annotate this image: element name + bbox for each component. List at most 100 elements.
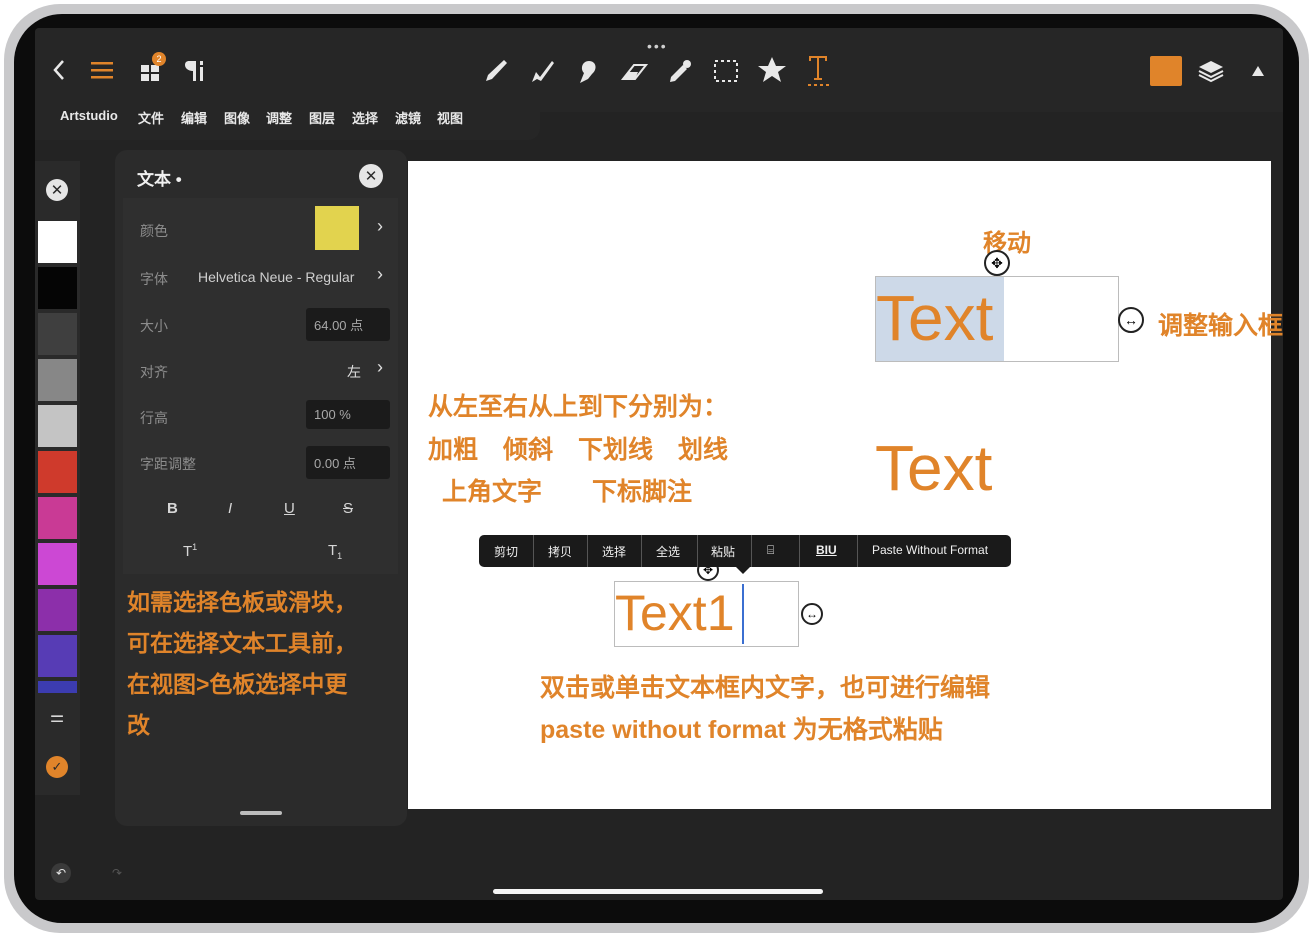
italic-button[interactable]: I	[228, 500, 232, 517]
redo-icon[interactable]: ↷	[107, 863, 127, 883]
palette-swatch[interactable]	[38, 359, 77, 401]
panel-title: 文本 •	[137, 170, 182, 189]
collapse-toolbar-button[interactable]	[1247, 60, 1269, 82]
tool-text[interactable]	[802, 52, 834, 88]
sliders-icon[interactable]: ⚌	[47, 707, 67, 727]
text-color-swatch[interactable]	[315, 206, 359, 250]
palette-swatch[interactable]	[38, 451, 77, 493]
palette-swatch[interactable]	[38, 405, 77, 447]
palette-swatch[interactable]	[38, 221, 77, 263]
underline-button[interactable]: U	[284, 500, 295, 517]
palette-swatch[interactable]	[38, 543, 77, 585]
subscript-button[interactable]: T1	[328, 542, 342, 561]
annotation-formats-title: 从左至右从上到下分别为：	[428, 393, 729, 421]
menu-filter[interactable]: 滤镜	[395, 108, 421, 127]
font-value[interactable]: Helvetica Neue - Regular	[198, 269, 354, 285]
menu-select[interactable]: 选择	[352, 108, 378, 127]
fill-icon	[580, 61, 596, 83]
tool-smudge[interactable]	[526, 56, 558, 86]
palette-swatch[interactable]	[38, 497, 77, 539]
align-value[interactable]: 左	[347, 362, 361, 382]
ctx-paste[interactable]: 粘贴	[711, 543, 735, 560]
ctx-paste-without-format[interactable]: Paste Without Format	[872, 543, 988, 557]
main-menu-bar: Artstudio 文件 编辑 图像 调整 图层 选择 滤镜 视图	[35, 98, 540, 140]
confirm-check-icon[interactable]: ✓	[46, 756, 68, 778]
color-label: 颜色	[140, 223, 168, 239]
font-label: 字体	[140, 271, 168, 287]
palette-swatch[interactable]	[38, 635, 77, 677]
back-button[interactable]	[49, 56, 69, 84]
menu-button[interactable]	[89, 58, 115, 82]
chevron-left-icon	[53, 60, 64, 80]
menu-artstudio[interactable]: Artstudio	[60, 108, 118, 123]
menu-edit[interactable]: 编辑	[181, 108, 207, 127]
resize-handle-icon[interactable]: ↔	[801, 603, 823, 625]
text-box-selected[interactable]: Text	[875, 276, 1119, 362]
ctx-scan-icon[interactable]: ⌸	[767, 543, 774, 558]
ctx-select-all[interactable]: 全选	[656, 543, 680, 560]
chevron-right-icon[interactable]: ›	[377, 357, 383, 378]
ctx-cut[interactable]: 剪切	[494, 543, 518, 560]
annotation-edit-line2: paste without format 为无格式粘贴	[540, 716, 943, 744]
text-cursor	[742, 584, 744, 644]
text-box-editing[interactable]: Text1	[614, 581, 799, 647]
palette-swatch[interactable]	[38, 589, 77, 631]
menu-layers[interactable]: 图层	[309, 108, 335, 127]
panel-drag-handle[interactable]	[240, 811, 282, 815]
panel-settings-group: 颜色 › 字体 Helvetica Neue - Regular › 大小 64…	[123, 198, 398, 574]
canvas-text-1[interactable]: Text	[876, 281, 993, 355]
bold-button[interactable]: B	[167, 500, 178, 517]
chevron-right-icon[interactable]: ›	[377, 216, 383, 237]
tool-shape[interactable]	[756, 55, 788, 85]
tool-fill[interactable]	[572, 56, 604, 86]
annotation-palette-line4: 改	[127, 712, 150, 738]
menu-image[interactable]: 图像	[224, 108, 250, 127]
annotation-formats-line2: 上角文字 下标脚注	[442, 478, 693, 506]
close-panel-button[interactable]: ✕	[359, 164, 383, 188]
current-color-swatch[interactable]	[1150, 56, 1182, 86]
drawing-canvas[interactable]: 移动 ✥ Text ↔ 调整输入框 从左至右从上到下分别为： 加粗 倾斜 下划线…	[408, 161, 1283, 809]
menu-file[interactable]: 文件	[138, 108, 164, 127]
tool-brush[interactable]	[480, 56, 512, 86]
ctx-separator	[697, 535, 698, 567]
palette-swatch[interactable]	[38, 681, 77, 693]
grid-button[interactable]: 2	[135, 52, 169, 86]
paragraph-button[interactable]	[180, 54, 212, 86]
lineheight-field[interactable]: 100 %	[306, 400, 390, 429]
star-icon	[758, 57, 786, 82]
spacing-field[interactable]: 0.00 点	[306, 446, 390, 479]
home-indicator[interactable]	[493, 889, 823, 894]
size-field[interactable]: 64.00 点	[306, 308, 390, 341]
hamburger-icon	[91, 62, 113, 79]
superscript-button[interactable]: T1	[183, 542, 197, 560]
eyedropper-icon	[670, 60, 691, 82]
more-dots-icon[interactable]: •••	[647, 38, 668, 54]
menu-view[interactable]: 视图	[437, 108, 463, 127]
move-handle-icon[interactable]: ✥	[984, 250, 1010, 276]
menu-adjust[interactable]: 调整	[266, 108, 292, 127]
superscript-label: T	[183, 543, 193, 560]
canvas-text-3[interactable]: Text1	[615, 584, 735, 642]
eraser-icon	[620, 64, 648, 80]
canvas-text-2[interactable]: Text	[875, 431, 992, 505]
ctx-select[interactable]: 选择	[602, 543, 626, 560]
ctx-copy[interactable]: 拷贝	[548, 543, 572, 560]
tool-eyedropper[interactable]	[664, 56, 696, 86]
subscript-label: T	[328, 542, 338, 559]
text-settings-panel: 文本 • ✕ 颜色 › 字体 Helvetica Neue - Regular …	[115, 150, 407, 826]
palette-swatch[interactable]	[38, 313, 77, 355]
annotation-edit-line1: 双击或单击文本框内文字，也可进行编辑	[540, 674, 991, 702]
layers-button[interactable]	[1195, 56, 1227, 86]
brush-icon	[486, 60, 507, 81]
tool-eraser[interactable]	[618, 56, 650, 86]
strikethrough-button[interactable]: S	[343, 500, 353, 517]
tool-selection[interactable]	[710, 56, 742, 86]
palette-swatch[interactable]	[38, 267, 77, 309]
ctx-biu[interactable]: BIU	[816, 543, 837, 557]
triangle-up-icon	[1252, 66, 1264, 76]
close-palette-button[interactable]: ✕	[46, 179, 68, 201]
undo-icon[interactable]: ↶	[51, 863, 71, 883]
resize-handle-icon[interactable]: ↔	[1118, 307, 1144, 333]
ctx-pointer	[735, 566, 751, 574]
chevron-right-icon[interactable]: ›	[377, 264, 383, 285]
